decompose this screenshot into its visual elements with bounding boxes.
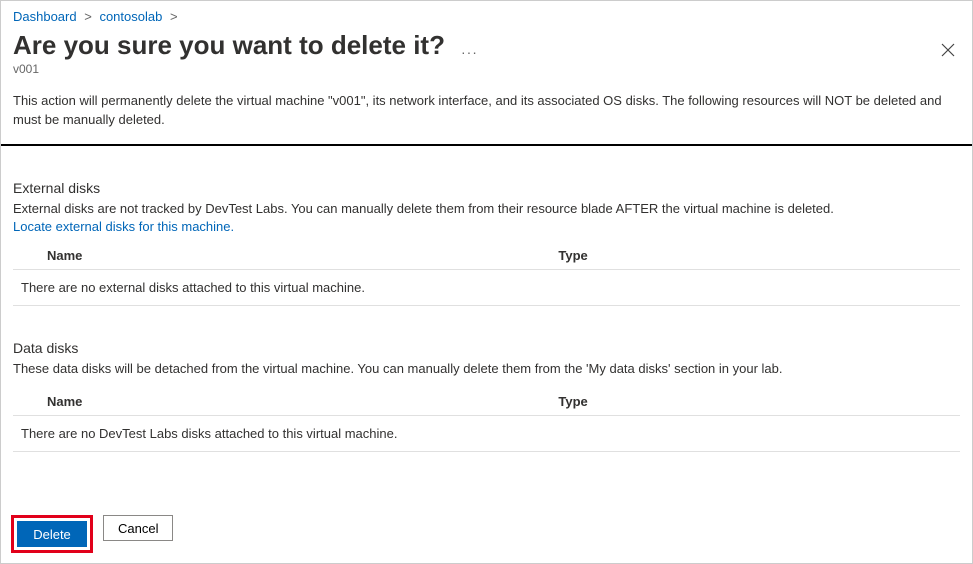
external-disks-section: External disks External disks are not tr…	[1, 180, 972, 306]
data-disks-table: Name Type There are no DevTest Labs disk…	[13, 388, 960, 452]
breadcrumb-sep: >	[170, 9, 178, 24]
close-button[interactable]	[936, 38, 960, 62]
action-bar: Delete Cancel	[1, 505, 972, 563]
page-subtitle: v001	[1, 62, 972, 92]
divider	[1, 144, 972, 146]
locate-external-disks-link[interactable]: Locate external disks for this machine.	[13, 219, 960, 234]
delete-description: This action will permanently delete the …	[1, 92, 972, 144]
external-disks-title: External disks	[13, 180, 960, 196]
blade-header: Are you sure you want to delete it? ···	[1, 28, 972, 62]
callout-highlight: Delete	[11, 515, 93, 553]
data-disks-section: Data disks These data disks will be deta…	[1, 340, 972, 453]
data-disks-empty-msg: There are no DevTest Labs disks attached…	[13, 416, 960, 452]
breadcrumb-sep: >	[84, 9, 92, 24]
delete-button[interactable]: Delete	[17, 521, 87, 547]
more-actions-icon[interactable]: ···	[461, 44, 478, 60]
close-icon	[941, 43, 955, 57]
external-disks-desc: External disks are not tracked by DevTes…	[13, 200, 960, 219]
col-header-name[interactable]: Name	[13, 242, 524, 270]
col-header-type[interactable]: Type	[524, 242, 960, 270]
table-row-empty: There are no external disks attached to …	[13, 269, 960, 305]
breadcrumb-dashboard[interactable]: Dashboard	[13, 9, 77, 24]
breadcrumb: Dashboard > contosolab >	[1, 1, 972, 28]
cancel-button[interactable]: Cancel	[103, 515, 173, 541]
external-disks-table: Name Type There are no external disks at…	[13, 242, 960, 306]
col-header-type[interactable]: Type	[524, 388, 960, 416]
col-header-name[interactable]: Name	[13, 388, 524, 416]
page-title: Are you sure you want to delete it?	[13, 30, 445, 61]
external-disks-empty-msg: There are no external disks attached to …	[13, 269, 960, 305]
data-disks-desc: These data disks will be detached from t…	[13, 360, 960, 379]
table-row-empty: There are no DevTest Labs disks attached…	[13, 416, 960, 452]
data-disks-title: Data disks	[13, 340, 960, 356]
breadcrumb-lab[interactable]: contosolab	[99, 9, 162, 24]
